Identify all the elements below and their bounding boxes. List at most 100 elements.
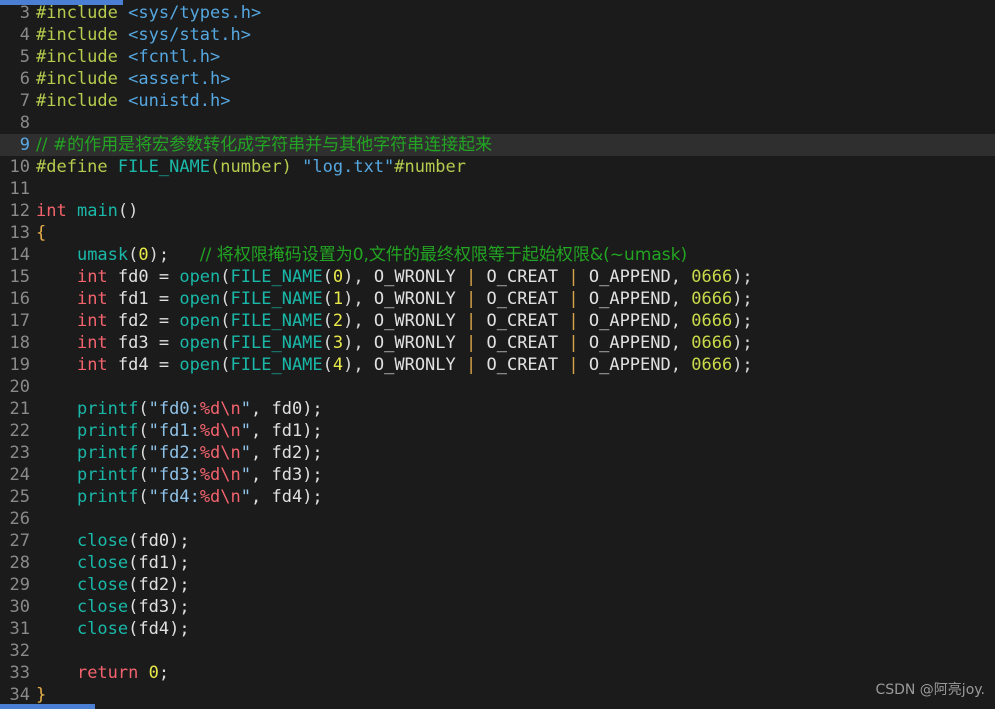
code-token: , fd2); bbox=[251, 443, 323, 463]
code-line[interactable]: 18 int fd3 = open(FILE_NAME(3), O_WRONLY… bbox=[0, 332, 995, 354]
code-token: ), bbox=[343, 333, 374, 353]
line-code[interactable]: #include <sys/stat.h> bbox=[30, 24, 995, 46]
code-line[interactable]: 20 bbox=[0, 376, 995, 398]
line-code[interactable]: close(fd3); bbox=[30, 596, 995, 618]
code-line[interactable]: 34} bbox=[0, 684, 995, 706]
code-token: FILE_NAME bbox=[230, 333, 323, 353]
code-token: #include bbox=[36, 47, 118, 67]
code-token: int bbox=[76, 311, 108, 331]
code-token: 2 bbox=[332, 311, 344, 331]
code-token: | bbox=[455, 289, 487, 309]
code-token: O_WRONLY bbox=[373, 267, 456, 287]
code-token: ); bbox=[732, 333, 753, 353]
line-code[interactable]: int fd0 = open(FILE_NAME(0), O_WRONLY | … bbox=[30, 266, 995, 288]
code-line[interactable]: 29 close(fd2); bbox=[0, 574, 995, 596]
line-code[interactable]: close(fd1); bbox=[30, 552, 995, 574]
code-line[interactable]: 13 { bbox=[0, 222, 995, 244]
code-line[interactable]: 23 printf("fd2:%d\n", fd2); bbox=[0, 442, 995, 464]
code-line[interactable]: 14 umask(0); // 将权限掩码设置为0,文件的最终权限等于起始权限&… bbox=[0, 244, 995, 266]
code-token: ); bbox=[732, 289, 753, 309]
line-number: 31 bbox=[9, 619, 30, 639]
line-number: 19 bbox=[9, 355, 30, 375]
code-token: 4 bbox=[332, 355, 344, 375]
line-number: 16 bbox=[9, 289, 30, 309]
code-line[interactable]: 27 close(fd0); bbox=[0, 530, 995, 552]
line-code[interactable]: int main() bbox=[30, 200, 995, 222]
line-code[interactable]: #include <sys/types.h> bbox=[30, 2, 995, 24]
code-line[interactable]: 33 return 0; bbox=[0, 662, 995, 684]
code-line[interactable]: 32 bbox=[0, 640, 995, 662]
line-code[interactable]: int fd3 = open(FILE_NAME(3), O_WRONLY | … bbox=[30, 332, 995, 354]
code-line[interactable]: 10 #define FILE_NAME(number) "log.txt"#nu… bbox=[0, 156, 995, 178]
code-line[interactable]: 7 #include <unistd.h> bbox=[0, 90, 995, 112]
code-line[interactable]: 5 #include <fcntl.h> bbox=[0, 46, 995, 68]
code-line[interactable]: 12 int main() bbox=[0, 200, 995, 222]
line-number: 5 bbox=[19, 47, 30, 67]
code-line[interactable]: 9 // #的作用是将宏参数转化成字符串并与其他字符串连接起来 bbox=[0, 134, 995, 156]
line-code[interactable]: close(fd4); bbox=[30, 618, 995, 640]
code-line[interactable]: 26 bbox=[0, 508, 995, 530]
line-code[interactable]: { bbox=[30, 222, 995, 244]
line-code[interactable]: #include <assert.h> bbox=[30, 68, 995, 90]
line-code[interactable]: close(fd0); bbox=[30, 530, 995, 552]
code-line[interactable]: 4 #include <sys/stat.h> bbox=[0, 24, 995, 46]
line-code[interactable]: printf("fd3:%d\n", fd3); bbox=[30, 464, 995, 486]
code-line[interactable]: 15 int fd0 = open(FILE_NAME(0), O_WRONLY… bbox=[0, 266, 995, 288]
line-number: 30 bbox=[9, 597, 30, 617]
code-token: { bbox=[36, 223, 47, 243]
line-code[interactable]: umask(0); // 将权限掩码设置为0,文件的最终权限等于起始权限&(~u… bbox=[30, 244, 995, 266]
code-line[interactable]: 30 close(fd3); bbox=[0, 596, 995, 618]
line-code[interactable]: printf("fd1:%d\n", fd1); bbox=[30, 420, 995, 442]
code-token: ( bbox=[322, 355, 333, 375]
horizontal-scrollbar-top[interactable] bbox=[0, 0, 123, 5]
line-code[interactable]: printf("fd2:%d\n", fd2); bbox=[30, 442, 995, 464]
code-line[interactable]: 21 printf("fd0:%d\n", fd0); bbox=[0, 398, 995, 420]
line-code[interactable]: int fd4 = open(FILE_NAME(4), O_WRONLY | … bbox=[30, 354, 995, 376]
code-line[interactable]: 22 printf("fd1:%d\n", fd1); bbox=[0, 420, 995, 442]
line-code[interactable]: } bbox=[30, 684, 995, 706]
code-line[interactable]: 6 #include <assert.h> bbox=[0, 68, 995, 90]
code-token: ( bbox=[322, 267, 333, 287]
code-line[interactable]: 8 bbox=[0, 112, 995, 134]
code-line[interactable]: 17 int fd2 = open(FILE_NAME(2), O_WRONLY… bbox=[0, 310, 995, 332]
code-line[interactable]: 3 #include <sys/types.h> bbox=[0, 2, 995, 24]
code-token: O_APPEND bbox=[588, 311, 671, 331]
code-content-area[interactable]: 3 #include <sys/types.h> 4 #include <sys/st… bbox=[0, 2, 995, 709]
code-line[interactable]: 19 int fd4 = open(FILE_NAME(4), O_WRONLY… bbox=[0, 354, 995, 376]
line-code[interactable]: printf("fd0:%d\n", fd0); bbox=[30, 398, 995, 420]
code-line[interactable]: 28 close(fd1); bbox=[0, 552, 995, 574]
line-code[interactable]: int fd2 = open(FILE_NAME(2), O_WRONLY | … bbox=[30, 310, 995, 332]
line-code[interactable]: #include <unistd.h> bbox=[30, 90, 995, 112]
code-token: (fd0); bbox=[128, 531, 190, 551]
code-line[interactable]: 25 printf("fd4:%d\n", fd4); bbox=[0, 486, 995, 508]
code-token: ( bbox=[220, 267, 231, 287]
horizontal-scrollbar-bottom[interactable] bbox=[0, 704, 95, 709]
line-code[interactable]: close(fd2); bbox=[30, 574, 995, 596]
line-code[interactable]: // #的作用是将宏参数转化成字符串并与其他字符串连接起来 bbox=[30, 134, 995, 156]
code-token: close bbox=[76, 553, 129, 573]
code-token: ( bbox=[128, 245, 139, 265]
code-token: | bbox=[455, 333, 487, 353]
line-code[interactable]: return 0; bbox=[30, 662, 995, 684]
line-code[interactable]: #define FILE_NAME(number) "log.txt"#numb… bbox=[30, 156, 995, 178]
line-number: 21 bbox=[9, 399, 30, 419]
code-token: ( bbox=[220, 289, 231, 309]
code-line[interactable]: 31 close(fd4); bbox=[0, 618, 995, 640]
line-code[interactable]: int fd1 = open(FILE_NAME(1), O_WRONLY | … bbox=[30, 288, 995, 310]
code-token: , fd0); bbox=[251, 399, 323, 419]
code-line[interactable]: 11 bbox=[0, 178, 995, 200]
code-token: 0666 bbox=[691, 289, 733, 309]
code-line[interactable]: 24 printf("fd3:%d\n", fd3); bbox=[0, 464, 995, 486]
code-token: ), bbox=[343, 267, 374, 287]
code-token: ( bbox=[322, 333, 333, 353]
code-token: ), bbox=[343, 355, 374, 375]
line-code[interactable]: printf("fd4:%d\n", fd4); bbox=[30, 486, 995, 508]
line-code[interactable]: #include <fcntl.h> bbox=[30, 46, 995, 68]
code-token: open bbox=[179, 333, 221, 353]
code-line[interactable]: 16 int fd1 = open(FILE_NAME(1), O_WRONLY… bbox=[0, 288, 995, 310]
code-token: "fd3: bbox=[148, 465, 200, 485]
